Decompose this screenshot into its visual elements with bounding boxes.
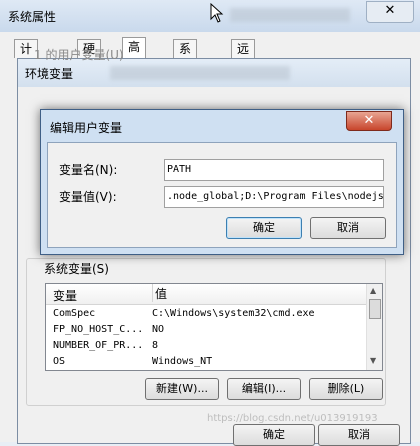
env-cancel-button[interactable]: 取消 <box>318 424 400 446</box>
variable-value: NO <box>152 324 165 335</box>
env-ok-button[interactable]: 确定 <box>233 424 315 446</box>
scrollbar-thumb[interactable] <box>369 299 381 319</box>
tab-remote[interactable]: 远程 <box>231 39 256 74</box>
variable-value: Windows_NT <box>152 356 213 367</box>
variable-name: OS <box>53 356 66 367</box>
scroll-up-arrow-icon[interactable]: ▲ <box>370 286 376 295</box>
blurred-title-region <box>110 66 290 80</box>
system-variables-list[interactable]: 变量 值 ComSpec C:\Windows\system32\cmd.exe… <box>45 283 383 371</box>
variable-name-label: 变量名(N): <box>59 163 118 177</box>
list-scrollbar[interactable]: ▲ ▼ <box>366 284 382 370</box>
variable-name: ComSpec <box>53 308 96 319</box>
mouse-cursor-icon <box>210 3 224 23</box>
tab-system-protection[interactable]: 系统保护 <box>173 39 198 110</box>
variable-name-field[interactable]: PATH <box>164 159 384 181</box>
user-variables-label: 1 的用户变量(U) <box>34 48 124 62</box>
list-header: 变量 值 <box>46 284 366 305</box>
variable-name: NUMBER_OF_PR... <box>53 340 144 351</box>
system-properties-title: 系统属性 <box>8 10 57 24</box>
edit-dialog-body: 变量名(N): PATH 变量值(V): .node_global;D:\Pro… <box>47 142 397 248</box>
scroll-down-arrow-icon[interactable]: ▼ <box>370 356 376 365</box>
table-row[interactable]: ComSpec C:\Windows\system32\cmd.exe <box>46 306 366 322</box>
new-variable-button[interactable]: 新建(W)... <box>145 378 219 400</box>
table-row[interactable]: OS Windows_NT <box>46 354 366 370</box>
edit-dialog-close-button[interactable]: ✕ <box>346 111 392 131</box>
system-properties-close-button[interactable]: ✕ <box>366 1 414 23</box>
delete-variable-button[interactable]: 删除(L) <box>309 378 383 400</box>
column-header-variable[interactable]: 变量 <box>53 287 77 304</box>
tab-advanced[interactable]: 高级 <box>122 37 147 72</box>
edit-dialog-title: 编辑用户变量 <box>50 121 123 135</box>
edit-variable-button[interactable]: 编辑(I)... <box>227 378 301 400</box>
variable-value: 8 <box>152 340 159 351</box>
blurred-title-region <box>230 8 350 22</box>
environment-variables-titlebar: 环境变量 <box>18 59 410 87</box>
table-row[interactable]: NUMBER_OF_PR... 8 <box>46 338 366 354</box>
edit-cancel-button[interactable]: 取消 <box>310 217 386 239</box>
environment-variables-title: 环境变量 <box>25 67 74 81</box>
edit-user-variable-dialog: 编辑用户变量 ✕ 变量名(N): PATH 变量值(V): .node_glob… <box>40 109 404 255</box>
variable-value-field[interactable]: .node_global;D:\Program Files\nodejs <box>164 186 384 208</box>
column-header-value[interactable]: 值 <box>152 284 167 302</box>
table-row[interactable]: FP_NO_HOST_C... NO <box>46 322 366 338</box>
edit-ok-button[interactable]: 确定 <box>226 217 302 239</box>
variable-value: C:\Windows\system32\cmd.exe <box>152 308 315 319</box>
variable-name: FP_NO_HOST_C... <box>53 324 144 335</box>
watermark-text: https://blog.csdn.net/u013919193 <box>207 413 378 424</box>
variable-value-label: 变量值(V): <box>59 190 117 204</box>
system-variables-label: 系统变量(S) <box>42 260 111 277</box>
